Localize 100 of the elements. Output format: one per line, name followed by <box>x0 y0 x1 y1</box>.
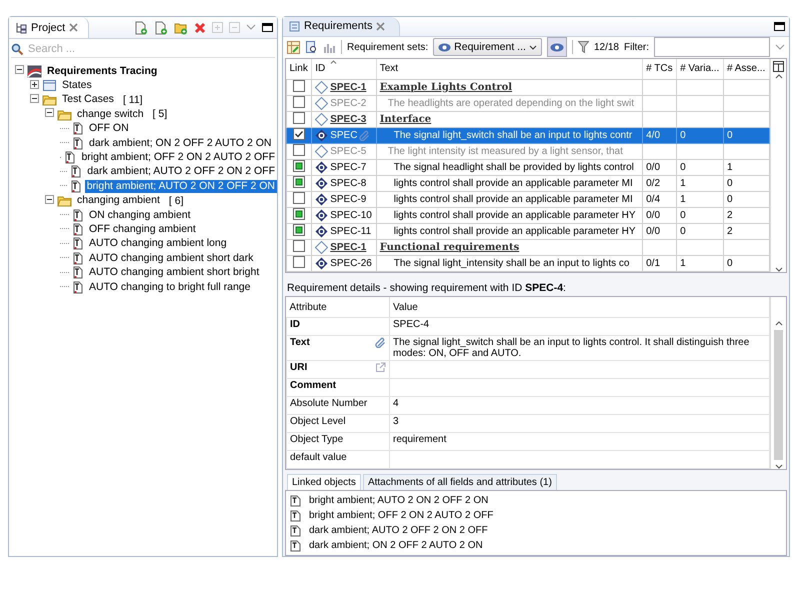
variant-count: 1 <box>680 178 686 189</box>
tree-item[interactable]: ON changing ambient <box>87 208 193 222</box>
linked-object[interactable]: dark ambient; AUTO 2 OFF 2 ON 2 OFF <box>309 525 488 536</box>
link-checkbox[interactable] <box>293 256 306 268</box>
link-checkbox[interactable] <box>293 80 306 92</box>
requirement-set-dropdown[interactable]: Requirement ... <box>433 38 542 56</box>
requirements-tab[interactable]: Requirements <box>283 17 400 36</box>
view-menu-icon[interactable] <box>246 24 256 31</box>
new-folder-icon[interactable] <box>174 20 188 34</box>
variant-count: 0 <box>680 210 686 221</box>
caret-icon <box>528 44 537 50</box>
link-checkbox[interactable] <box>293 176 306 188</box>
new-test-icon[interactable] <box>154 20 168 34</box>
close-icon[interactable] <box>376 22 386 31</box>
scroll-down-icon[interactable] <box>774 266 782 272</box>
link-checkbox[interactable] <box>293 96 306 108</box>
requirement-icon <box>315 256 328 270</box>
attribute-name: Comment <box>290 380 336 391</box>
attribute-name: Absolute Number <box>290 398 368 409</box>
maximize-icon[interactable] <box>774 22 785 31</box>
eye-icon <box>438 42 452 52</box>
tree-item[interactable]: dark ambient; AUTO 2 OFF 2 ON 2 OFF <box>85 165 277 178</box>
requirement-id: SPEC-8 <box>330 178 366 189</box>
collapse-icon[interactable] <box>45 108 54 118</box>
tree-item[interactable]: OFF ON <box>87 122 131 136</box>
link-checkbox[interactable] <box>293 192 306 204</box>
close-icon[interactable] <box>69 23 78 32</box>
column-header[interactable]: # TCs <box>646 63 673 74</box>
tree-item[interactable]: AUTO changing ambient short dark <box>87 252 256 265</box>
column-header[interactable]: ID <box>315 63 326 74</box>
tree-item[interactable]: Requirements Tracing <box>45 64 160 78</box>
column-header[interactable]: Link <box>290 63 308 74</box>
link-checkbox[interactable] <box>293 144 306 156</box>
requirement-icon <box>315 128 328 142</box>
collapse-icon[interactable] <box>30 94 39 103</box>
column-header[interactable]: # Varia... <box>680 63 720 74</box>
tree-item[interactable]: States <box>60 79 94 92</box>
tree-item[interactable]: changing ambient <box>75 194 162 208</box>
assertion-count: 2 <box>726 210 733 221</box>
link-checkbox[interactable] <box>293 224 306 236</box>
column-header[interactable]: Attribute <box>290 302 327 312</box>
tree-item[interactable]: AUTO changing ambient short bright <box>87 266 262 280</box>
requirement-icon <box>315 176 328 190</box>
requirement-text: lights control shall provide an applicable parameter MI <box>392 194 633 205</box>
requirement-icon <box>315 224 328 238</box>
tree-item[interactable]: OFF changing ambient <box>87 222 198 236</box>
column-header[interactable]: Text <box>380 63 398 74</box>
table-edit-icon[interactable] <box>287 40 300 54</box>
diamond-icon <box>315 240 328 254</box>
tree-item[interactable]: bright ambient; OFF 2 ON 2 AUTO 2 OFF <box>79 151 277 164</box>
link-checkbox[interactable] <box>293 160 306 172</box>
variant-count: 0 <box>680 162 686 173</box>
test-case-icon <box>290 524 301 536</box>
linked-object[interactable]: bright ambient; OFF 2 ON 2 AUTO 2 OFF <box>309 510 494 521</box>
test-case-icon <box>72 208 84 222</box>
sort-icon <box>330 60 337 64</box>
scroll-down-icon[interactable] <box>774 464 782 469</box>
tree-item[interactable]: Test Cases <box>60 93 116 106</box>
maximize-icon[interactable] <box>262 23 273 32</box>
attachment-icon <box>359 130 370 141</box>
tab[interactable]: Attachments of all fields and attributes (1) <box>362 474 557 490</box>
test-case-icon <box>72 252 84 265</box>
tree-item[interactable]: change switch <box>75 108 146 121</box>
linked-object[interactable]: bright ambient; AUTO 2 ON 2 OFF 2 ON <box>309 495 488 506</box>
scrollbar-thumb[interactable] <box>774 330 783 460</box>
link-checkbox[interactable] <box>293 128 306 140</box>
test-case-count: 4/0 <box>646 130 660 141</box>
test-case-icon <box>70 165 82 178</box>
tree-view-icon <box>15 22 27 34</box>
tree-item[interactable]: AUTO changing to bright full range <box>87 280 252 294</box>
delete-icon[interactable] <box>194 22 206 34</box>
link-checkbox[interactable] <box>293 240 306 252</box>
expand-icon[interactable] <box>30 80 39 89</box>
tab[interactable]: Linked objects <box>287 474 361 490</box>
filter-field[interactable] <box>654 37 770 58</box>
test-case-icon <box>290 510 301 522</box>
filter-icon[interactable] <box>578 41 589 54</box>
dropdown-icon[interactable] <box>775 44 785 51</box>
eye-icon[interactable] <box>546 37 567 58</box>
test-case-count: 0/2 <box>646 178 660 189</box>
tree-item[interactable]: dark ambient; ON 2 OFF 2 AUTO 2 ON <box>87 136 274 150</box>
requirement-id: SPEC-7 <box>330 162 366 173</box>
assertion-count: 0 <box>726 130 733 141</box>
document-search-icon[interactable] <box>305 40 318 54</box>
new-file-icon[interactable] <box>134 20 148 34</box>
column-header[interactable]: # Asse... <box>726 63 766 74</box>
column-chooser-icon[interactable] <box>773 60 784 72</box>
requirement-id: SPEC <box>330 130 358 141</box>
scroll-up-icon[interactable] <box>774 74 782 79</box>
filter-label: Filter: <box>624 42 649 53</box>
tree-item[interactable]: bright ambient; AUTO 2 ON 2 OFF 2 ON <box>84 180 277 193</box>
tree-item[interactable]: AUTO changing ambient long <box>87 237 229 250</box>
linked-object[interactable]: dark ambient; ON 2 OFF 2 AUTO 2 ON <box>309 540 483 551</box>
project-tab[interactable]: Project <box>9 17 90 38</box>
collapse-icon[interactable] <box>15 65 24 74</box>
collapse-icon[interactable] <box>45 194 54 204</box>
column-header[interactable]: Value <box>393 302 418 312</box>
scroll-up-icon[interactable] <box>774 321 782 326</box>
link-checkbox[interactable] <box>293 112 306 124</box>
link-checkbox[interactable] <box>293 208 306 220</box>
